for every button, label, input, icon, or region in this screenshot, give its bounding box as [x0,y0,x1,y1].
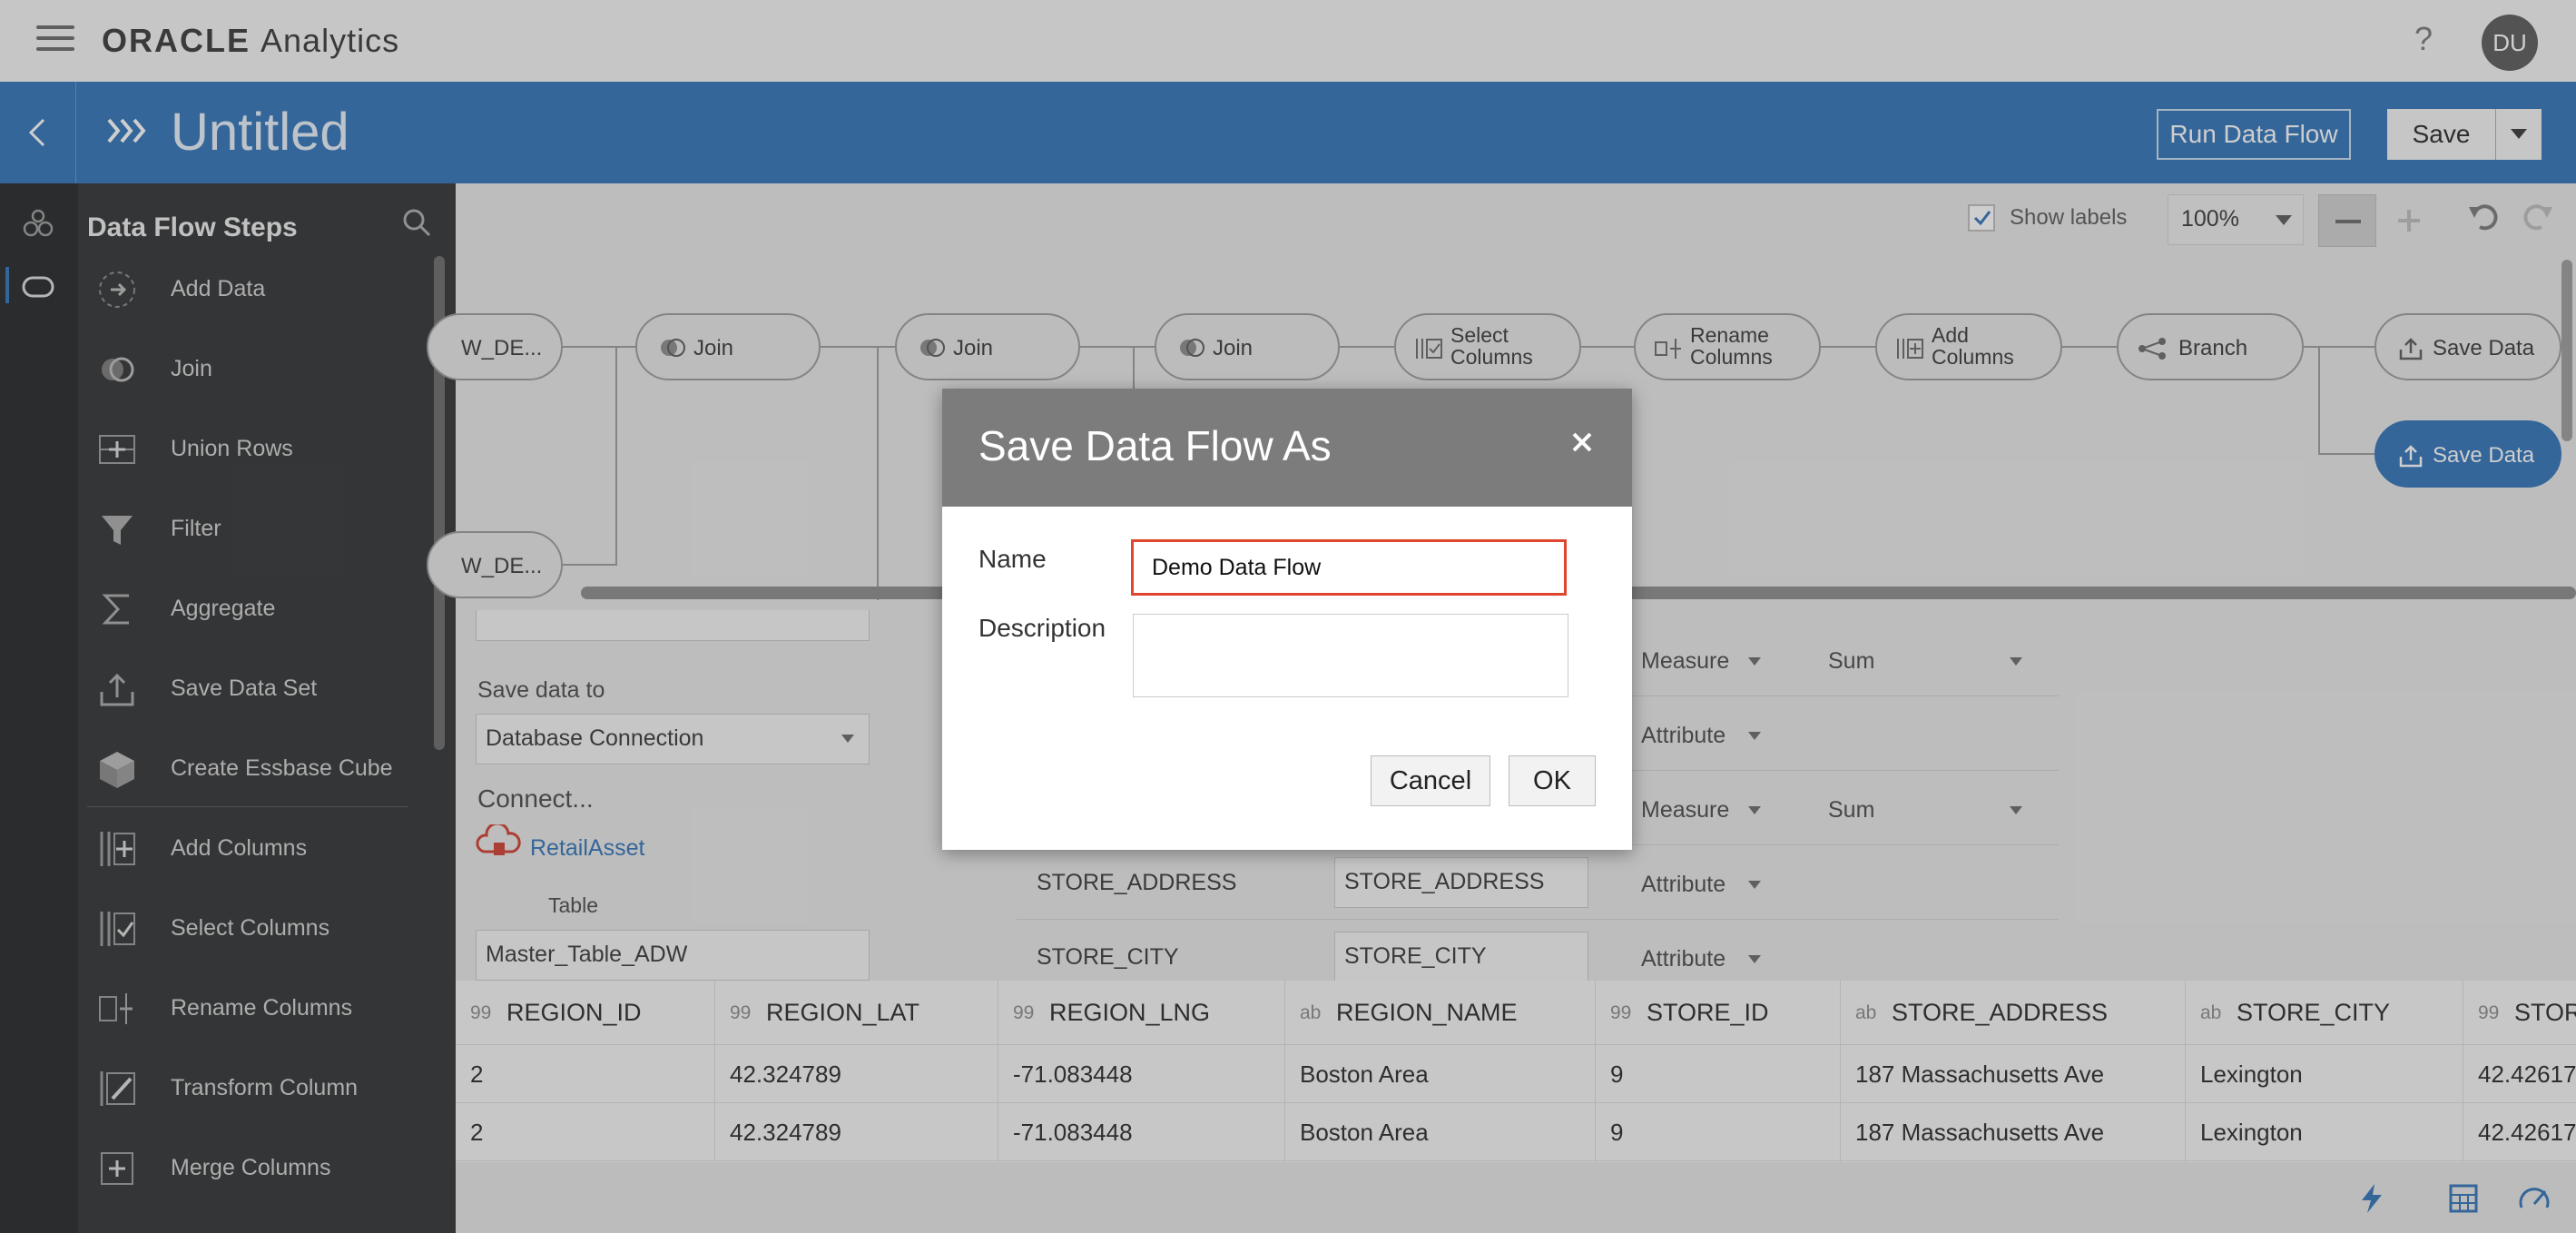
name-label: Name [978,545,1047,573]
ok-button[interactable]: OK [1509,755,1596,806]
dialog-header: Save Data Flow As [942,389,1632,507]
dialog-title: Save Data Flow As [978,422,1332,469]
description-label: Description [978,614,1106,642]
name-input[interactable] [1131,539,1567,596]
close-icon[interactable] [1570,430,1594,454]
cancel-button[interactable]: Cancel [1371,755,1490,806]
description-input[interactable] [1133,614,1568,697]
save-data-flow-dialog: Save Data Flow As Name Description Cance… [942,389,1632,850]
